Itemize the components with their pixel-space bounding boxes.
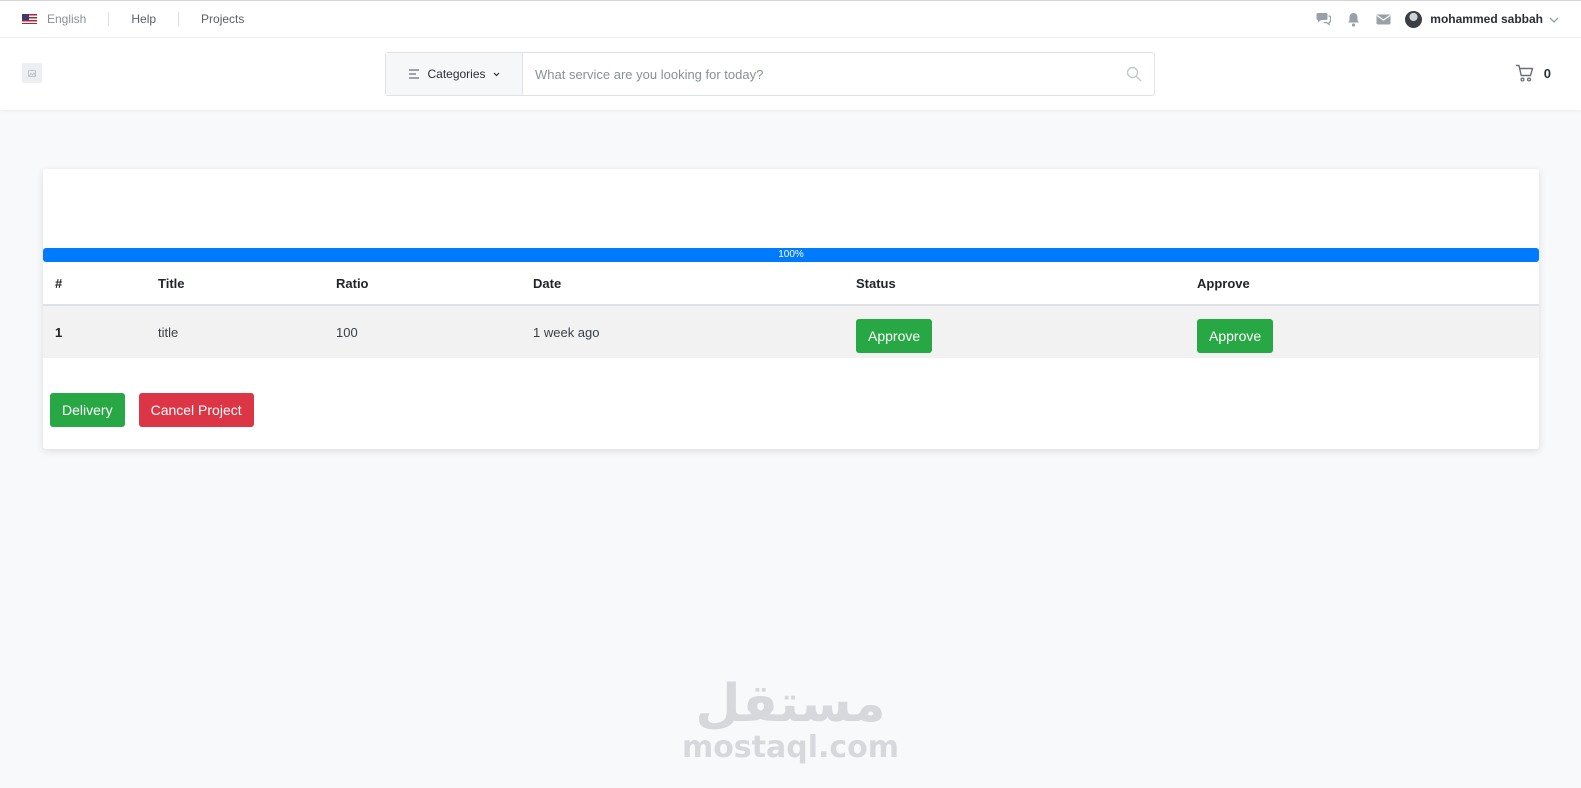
avatar[interactable]: [1405, 10, 1423, 28]
status-approve-button[interactable]: Approve: [856, 319, 933, 353]
row-ratio: 100: [324, 305, 521, 358]
cart-icon: [1515, 64, 1533, 82]
categories-dropdown[interactable]: Categories: [386, 53, 523, 95]
search-bar: Categories: [385, 52, 1155, 96]
table-header-row: # Title Ratio Date Status Approve: [43, 262, 1539, 306]
language-selector[interactable]: English: [22, 12, 86, 26]
main-header: Categories 0: [0, 38, 1581, 110]
mail-icon[interactable]: [1375, 11, 1391, 27]
language-label: English: [47, 12, 87, 26]
row-number: 1: [43, 305, 146, 358]
watermark-latin: mostaql.com: [681, 730, 900, 765]
cancel-project-button[interactable]: Cancel Project: [138, 393, 254, 427]
chat-icon[interactable]: [1315, 11, 1331, 27]
column-header-title: Title: [146, 262, 324, 306]
top-bar-right: mohammed sabbah: [1315, 10, 1559, 28]
table-row: 1 title 100 1 week ago Approve Approve: [43, 305, 1539, 358]
column-header-number: #: [43, 262, 146, 306]
column-header-ratio: Ratio: [324, 262, 521, 306]
row-title: title: [146, 305, 324, 358]
top-bar: English Help Projects mohammed sabbah: [0, 1, 1581, 38]
chevron-down-icon[interactable]: [1549, 12, 1559, 26]
column-header-approve: Approve: [1185, 262, 1539, 306]
row-date: 1 week ago: [521, 305, 844, 358]
us-flag-icon: [22, 14, 37, 24]
watermark: مستقل mostaql.com: [0, 676, 1581, 764]
milestones-table: # Title Ratio Date Status Approve 1 titl…: [43, 262, 1539, 358]
chevron-down-icon: [493, 72, 499, 76]
logo[interactable]: [22, 63, 42, 83]
top-bar-left: English Help Projects: [22, 12, 244, 26]
username[interactable]: mohammed sabbah: [1430, 12, 1543, 26]
column-header-date: Date: [521, 262, 844, 306]
bell-icon[interactable]: [1345, 11, 1361, 27]
approve-button[interactable]: Approve: [1197, 319, 1274, 353]
progress-bar: 100%: [43, 248, 1539, 262]
divider: [108, 12, 110, 26]
menu-lines-icon: [409, 69, 420, 79]
search-icon: [1126, 66, 1142, 82]
project-card: 100% # Title Ratio Date Status Approve 1…: [43, 169, 1539, 449]
delivery-button[interactable]: Delivery: [50, 393, 125, 427]
row-status-cell: Approve: [844, 305, 1185, 358]
cart[interactable]: 0: [1515, 64, 1551, 82]
column-header-status: Status: [844, 262, 1185, 306]
projects-link[interactable]: Projects: [201, 12, 244, 26]
search-button[interactable]: [1114, 53, 1154, 95]
cart-count: 0: [1543, 65, 1551, 81]
divider: [178, 12, 180, 26]
help-link[interactable]: Help: [131, 12, 156, 26]
categories-label: Categories: [427, 67, 486, 81]
progress-fill: 100%: [43, 248, 1539, 262]
project-actions: Delivery Cancel Project: [50, 393, 254, 427]
row-approve-cell: Approve: [1185, 305, 1539, 358]
search-input[interactable]: [523, 53, 1114, 95]
watermark-arabic: مستقل: [695, 674, 886, 734]
